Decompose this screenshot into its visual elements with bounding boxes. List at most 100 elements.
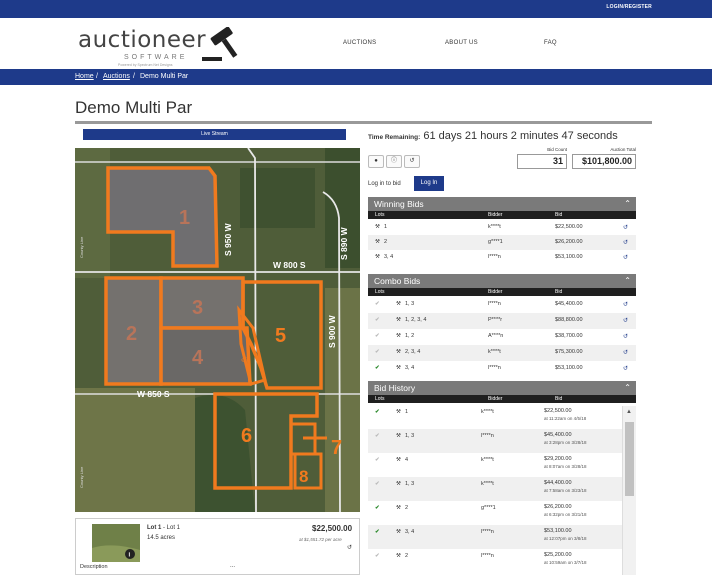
tract-label-4: 4 — [192, 347, 204, 369]
aerial-map-image: 1 2 3 4 5 6 7 8 W 800 S W 850 S S 950 W … — [75, 148, 360, 512]
refresh-icon[interactable]: ↺ — [623, 333, 628, 340]
chat-button[interactable]: ● — [368, 155, 384, 168]
winning-bids-header[interactable]: Winning Bids ⌃ — [368, 197, 636, 211]
gavel-icon: ⚒ — [396, 505, 401, 511]
refresh-icon[interactable]: ↺ — [623, 317, 628, 324]
row-bid: $45,400.00 — [555, 301, 583, 307]
check-icon: ✔ — [375, 301, 380, 307]
tract-label-5: 5 — [275, 325, 286, 347]
history-button[interactable]: ↺ — [404, 155, 420, 168]
column-bidder: Bidder — [488, 289, 503, 295]
bid-history-header[interactable]: Bid History ⌃ — [368, 381, 636, 395]
tract-label-8: 8 — [299, 467, 308, 486]
check-icon: ✔ — [375, 333, 380, 339]
row-lots: 3, 4 — [405, 529, 415, 535]
nav-faq[interactable]: FAQ — [544, 40, 557, 46]
row-bidder: k****t — [481, 481, 494, 487]
row-lots: 1, 2 — [405, 333, 415, 339]
row-timestamp: at 6:32pm on 3/21/18 — [544, 512, 587, 517]
chevron-up-icon[interactable]: ⌃ — [624, 381, 631, 395]
bid-count-value: 31 — [517, 154, 567, 169]
gavel-icon: ⚒ — [396, 409, 401, 415]
gavel-icon — [202, 27, 238, 61]
time-remaining-label: Time Remaining: — [368, 134, 421, 141]
table-row: ✔ ⚒ 1 k****t $22,500.00 at 11:22am on 4/5/18 — [368, 405, 622, 429]
time-remaining: Time Remaining: 61 days 21 hours 2 minut… — [368, 130, 618, 142]
refresh-icon[interactable]: ↺ — [347, 544, 352, 551]
login-button[interactable]: Log In — [414, 176, 444, 191]
road-label-county-line: County Line — [79, 236, 84, 258]
column-bid: Bid — [555, 212, 563, 218]
breadcrumb-separator: / — [133, 73, 135, 80]
table-row: ✔ ⚒ 2, 3, 4 k****t $75,300.00 ↺ — [368, 345, 636, 361]
table-row: ⚒ 2 g****1 $26,200.00 ↺ — [368, 235, 636, 250]
gavel-icon: ⚒ — [396, 301, 401, 307]
bid-history-columns: Lots Bidder Bid — [368, 395, 636, 403]
breadcrumb-auctions[interactable]: Auctions — [103, 73, 130, 80]
login-register-link[interactable]: LOGIN/REGISTER — [606, 4, 652, 10]
refresh-icon[interactable]: ↺ — [623, 224, 628, 231]
column-lots: Lots — [375, 289, 385, 295]
bid-history-scrollbar[interactable]: ▲ — [622, 406, 636, 575]
road-label-s900: S 900 W — [327, 314, 337, 348]
winning-bids-columns: Lots Bidder Bid — [368, 211, 636, 219]
lot-card-title: Lot 1 - Lot 1 — [147, 525, 181, 531]
lot-card-description-label: Description — [80, 564, 108, 570]
site-logo[interactable]: auctioneer SOFTWARE Powered by Spectrum … — [78, 27, 248, 67]
lot-card-per-acre: at $1,551.72 per acre — [299, 537, 342, 542]
refresh-icon[interactable]: ↺ — [623, 349, 628, 356]
tract-label-1: 1 — [179, 207, 190, 229]
bid-count-label: Bid Count — [547, 147, 567, 152]
lot-card-more[interactable]: ... — [230, 563, 235, 569]
combo-bids-header[interactable]: Combo Bids ⌃ — [368, 274, 636, 288]
column-bid: Bid — [555, 396, 563, 402]
tract-label-2: 2 — [126, 323, 137, 345]
row-bidder: k****t — [488, 224, 501, 230]
lot-thumbnail[interactable]: i — [92, 524, 140, 562]
refresh-icon[interactable]: ↺ — [623, 301, 628, 308]
row-bidder: l****n — [481, 553, 494, 559]
scroll-up-icon[interactable]: ▲ — [626, 409, 632, 415]
row-bidder: g****1 — [481, 505, 496, 511]
parcel-map[interactable]: 1 2 3 4 5 6 7 8 W 800 S W 850 S S 950 W … — [75, 148, 360, 512]
info-button[interactable]: ⓘ — [386, 155, 402, 168]
chevron-up-icon[interactable]: ⌃ — [624, 197, 631, 211]
row-bidder: l****n — [481, 433, 494, 439]
row-bidder: A****n — [488, 333, 504, 339]
gavel-icon: ⚒ — [375, 239, 380, 245]
table-row: ✔ ⚒ 1, 3 l****n $45,400.00 ↺ — [368, 297, 636, 313]
table-row: ✔ ⚒ 3, 4 l****n $53,100.00 at 12:07pm on 3/8/… — [368, 525, 622, 549]
row-bid: $26,200.00 — [555, 239, 583, 245]
auction-total-label: Auction Total — [610, 147, 636, 152]
row-bid: $88,800.00 — [555, 317, 583, 323]
top-bar: LOGIN/REGISTER — [0, 0, 712, 18]
chevron-up-icon[interactable]: ⌃ — [624, 274, 631, 288]
row-timestamp: at 3:28pm on 3/28/18 — [544, 440, 587, 445]
check-icon: ✔ — [375, 529, 380, 535]
lot-card[interactable]: i Lot 1 - Lot 1 14.5 acres $22,500.00 at… — [75, 518, 360, 575]
row-bid: $53,100.00 — [555, 254, 583, 260]
breadcrumb: Home / Auctions / Demo Multi Par — [0, 69, 712, 85]
scrollbar-thumb[interactable] — [625, 422, 634, 496]
column-bidder: Bidder — [488, 212, 503, 218]
live-stream-button[interactable]: Live Stream — [83, 129, 346, 140]
combo-bids-columns: Lots Bidder Bid — [368, 288, 636, 296]
nav-about-us[interactable]: ABOUT US — [445, 40, 478, 46]
check-icon: ✔ — [375, 505, 380, 511]
gavel-icon: ⚒ — [375, 254, 380, 260]
logo-subtitle: SOFTWARE — [124, 54, 188, 61]
refresh-icon[interactable]: ↺ — [623, 365, 628, 372]
table-row: ✔ ⚒ 1, 3 k****t $44,400.00 at 7:58am on 3/23/… — [368, 477, 622, 501]
nav-auctions[interactable]: AUCTIONS — [343, 40, 376, 46]
gavel-icon: ⚒ — [396, 365, 401, 371]
table-row: ⚒ 1 k****t $22,500.00 ↺ — [368, 220, 636, 235]
row-lots: 1, 3 — [405, 433, 415, 439]
refresh-icon[interactable]: ↺ — [623, 254, 628, 261]
row-bid: $38,700.00 — [555, 333, 583, 339]
refresh-icon[interactable]: ↺ — [623, 239, 628, 246]
row-timestamp: at 12:07pm on 3/8/18 — [544, 536, 587, 541]
column-bid: Bid — [555, 289, 563, 295]
gavel-icon: ⚒ — [396, 333, 401, 339]
breadcrumb-home[interactable]: Home — [75, 73, 94, 80]
table-row: ✔ ⚒ 1, 2 A****n $38,700.00 ↺ — [368, 329, 636, 345]
